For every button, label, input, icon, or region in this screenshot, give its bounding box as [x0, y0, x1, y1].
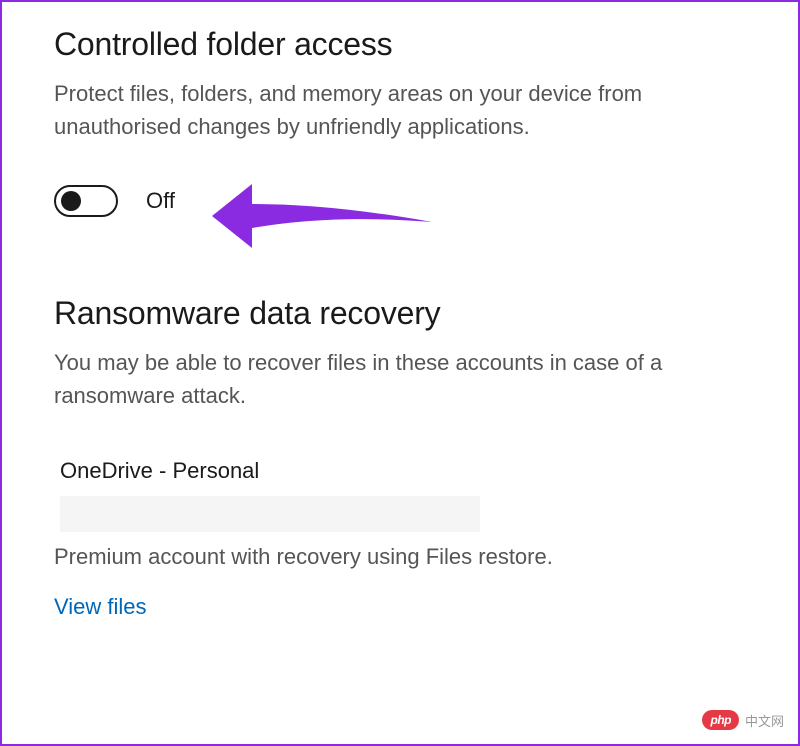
account-name: OneDrive - Personal: [60, 458, 746, 484]
controlled-folder-toggle[interactable]: [54, 185, 118, 217]
account-detail: Premium account with recovery using File…: [54, 544, 746, 570]
watermark: php 中文网: [702, 710, 784, 730]
view-files-link[interactable]: View files: [54, 594, 746, 620]
account-email-redacted: [60, 496, 480, 532]
toggle-knob: [61, 191, 81, 211]
watermark-text: 中文网: [745, 711, 784, 730]
toggle-state-label: Off: [146, 188, 175, 214]
controlled-folder-heading: Controlled folder access: [54, 26, 746, 63]
toggle-container: Off: [54, 185, 746, 217]
ransomware-recovery-heading: Ransomware data recovery: [54, 295, 746, 332]
watermark-badge: php: [702, 710, 739, 730]
controlled-folder-description: Protect files, folders, and memory areas…: [54, 77, 746, 143]
ransomware-recovery-description: You may be able to recover files in thes…: [54, 346, 746, 412]
